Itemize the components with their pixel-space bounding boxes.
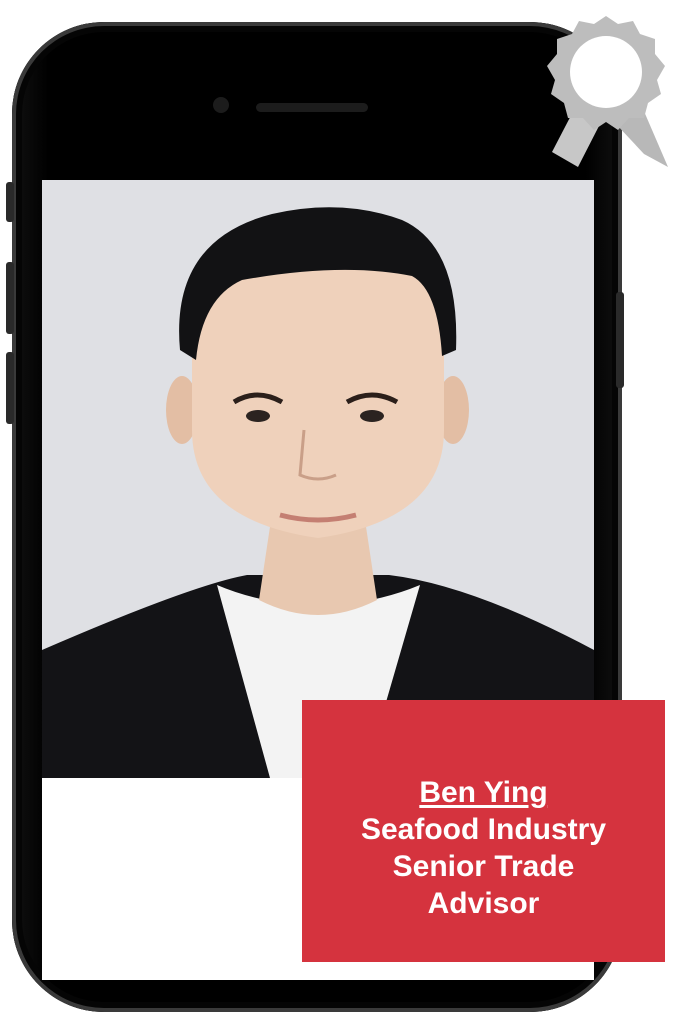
phone-speaker	[256, 103, 368, 112]
advisor-name-card: Ben Ying Seafood Industry Senior Trade A…	[302, 700, 665, 962]
advisor-title-line: Seafood Industry	[360, 813, 607, 846]
phone-side-button	[6, 262, 14, 334]
award-ribbon-icon	[547, 16, 668, 167]
phone-side-button	[6, 182, 14, 222]
phone-side-button	[6, 352, 14, 424]
advisor-title-line: Advisor	[427, 887, 540, 920]
advisor-name: Ben Ying	[419, 776, 548, 809]
phone-side-button	[616, 292, 624, 388]
phone-camera	[213, 97, 229, 113]
profile-photo	[42, 180, 594, 778]
advisor-title-line: Senior Trade	[392, 850, 575, 883]
